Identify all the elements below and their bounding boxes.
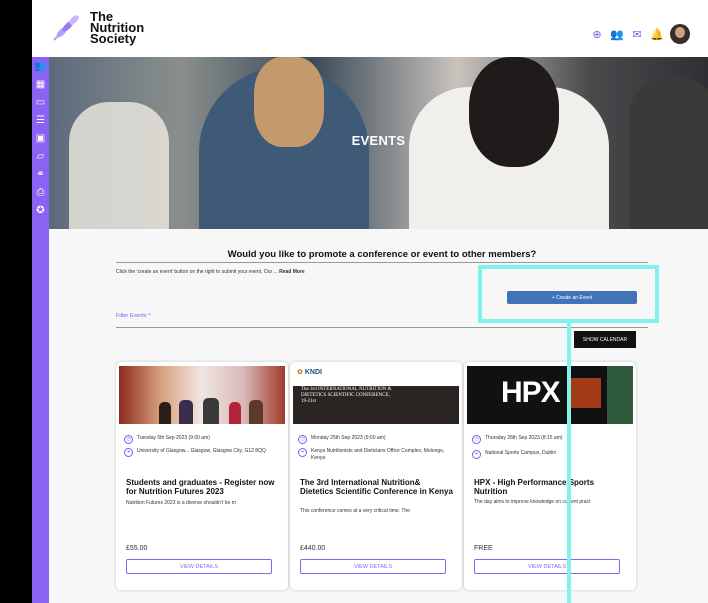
event-description: This conference comes at a very critical… bbox=[300, 508, 410, 514]
highlight-pointer-line bbox=[567, 323, 571, 603]
event-date-text: Monday 25th Sep 2023 (9:00 am) bbox=[311, 435, 386, 441]
document-icon[interactable]: ☰ bbox=[32, 111, 49, 129]
page: The Nutrition Society ⊕ 👥 ✉ 🔔 👥 ▦ ▭ ☰ ▣ … bbox=[32, 0, 708, 603]
divider bbox=[116, 262, 648, 263]
avatar[interactable] bbox=[670, 24, 690, 44]
event-price: FREE bbox=[474, 545, 493, 552]
notification-icon[interactable]: 🔔 bbox=[650, 27, 664, 41]
event-location: ⌖ University of Glasgow... Glasgow, Glas… bbox=[124, 448, 274, 457]
hero-title: EVENTS bbox=[351, 133, 406, 148]
event-date: ◷ Thursday 28th Sep 2023 (8:15 am) bbox=[472, 435, 563, 444]
event-date-text: Thursday 28th Sep 2023 (8:15 am) bbox=[485, 435, 563, 441]
event-date: ◷ Monday 25th Sep 2023 (9:00 am) bbox=[298, 435, 386, 444]
event-description: The day aims to improve knowledge on cur… bbox=[474, 499, 591, 505]
members-icon[interactable]: 👥 bbox=[32, 57, 49, 75]
event-title[interactable]: HPX - High Performance Sports Nutrition bbox=[474, 478, 629, 496]
folder-icon[interactable]: ▱ bbox=[32, 147, 49, 165]
clock-icon: ◷ bbox=[298, 435, 307, 444]
promo-text-body: Click the 'create an event' button on th… bbox=[116, 269, 278, 275]
plus-circle-icon[interactable]: ⊕ bbox=[590, 27, 604, 41]
people-icon[interactable]: 👥 bbox=[610, 27, 624, 41]
left-black-strip bbox=[0, 0, 32, 603]
top-icons: ⊕ 👥 ✉ 🔔 bbox=[590, 24, 690, 44]
sidebar: 👥 ▦ ▭ ☰ ▣ ▱ ⚭ ⎙ ✪ bbox=[32, 57, 49, 603]
view-details-button[interactable]: VIEW DETAILS bbox=[300, 559, 446, 574]
event-description: Nutrition Futures 2023 is a diverse shou… bbox=[126, 500, 236, 506]
event-price: £55.00 bbox=[126, 545, 148, 552]
event-date: ◷ Tuesday 5th Sep 2023 (9:00 am) bbox=[124, 435, 210, 444]
filter-events-toggle[interactable]: Filter Events ^ bbox=[116, 313, 151, 319]
clock-icon: ◷ bbox=[472, 435, 481, 444]
location-pin-icon: ⌖ bbox=[298, 448, 307, 457]
event-price: £440.00 bbox=[300, 545, 326, 552]
link-icon[interactable]: ⚭ bbox=[32, 165, 49, 183]
chat-icon[interactable]: ▭ bbox=[32, 93, 49, 111]
event-card[interactable]: HPX ◷ Thursday 28th Sep 2023 (8:15 am) ⌖… bbox=[464, 362, 636, 590]
location-pin-icon: ⌖ bbox=[124, 448, 133, 457]
highlight-box bbox=[478, 265, 659, 323]
event-card[interactable]: ✿ KNDI The 3rd INTERNATIONAL NUTRITION &… bbox=[290, 362, 462, 590]
wheat-logo-icon bbox=[50, 10, 84, 44]
event-image: ✿ KNDI The 3rd INTERNATIONAL NUTRITION &… bbox=[293, 366, 459, 424]
event-title[interactable]: The 3rd International Nutrition& Dieteti… bbox=[300, 478, 455, 496]
promo-text: Click the 'create an event' button on th… bbox=[116, 269, 305, 275]
event-location: ⌖ Kenya Nutritionists and Dieticians Off… bbox=[298, 448, 448, 462]
read-more-link[interactable]: Read More bbox=[279, 269, 305, 275]
print-icon[interactable]: ⎙ bbox=[32, 183, 49, 201]
badge-icon[interactable]: ✪ bbox=[32, 201, 49, 219]
image-icon[interactable]: ▣ bbox=[32, 129, 49, 147]
location-pin-icon: ⌖ bbox=[472, 450, 481, 459]
promo-title: Would you like to promote a conference o… bbox=[227, 249, 537, 260]
kndi-logo-text: KNDI bbox=[304, 369, 322, 376]
event-location-text: National Sports Campus, Dublin bbox=[485, 450, 557, 456]
event-card[interactable]: ◷ Tuesday 5th Sep 2023 (9:00 am) ⌖ Unive… bbox=[116, 362, 288, 590]
event-title[interactable]: Students and graduates - Register now fo… bbox=[126, 478, 281, 496]
event-date-text: Tuesday 5th Sep 2023 (9:00 am) bbox=[137, 435, 210, 441]
view-details-button[interactable]: VIEW DETAILS bbox=[126, 559, 272, 574]
view-details-button[interactable]: VIEW DETAILS bbox=[474, 559, 620, 574]
clock-icon: ◷ bbox=[124, 435, 133, 444]
logo-text: The Nutrition Society bbox=[90, 10, 144, 46]
hero-person bbox=[629, 77, 708, 229]
top-bar: The Nutrition Society ⊕ 👥 ✉ 🔔 bbox=[32, 0, 708, 57]
event-image-text: HPX bbox=[501, 376, 561, 409]
hero-person-head bbox=[469, 57, 559, 167]
event-location-text: Kenya Nutritionists and Dieticians Offic… bbox=[311, 448, 445, 461]
event-image: HPX bbox=[467, 366, 633, 424]
hero-banner: EVENTS bbox=[49, 57, 708, 229]
event-image bbox=[119, 366, 285, 424]
event-location: ⌖ National Sports Campus, Dublin bbox=[472, 450, 622, 459]
kndi-logo: ✿ KNDI bbox=[297, 369, 322, 376]
logo[interactable]: The Nutrition Society bbox=[50, 10, 144, 46]
calendar-icon[interactable]: ▦ bbox=[32, 75, 49, 93]
logo-line-3: Society bbox=[90, 30, 137, 46]
event-image-text: The 3rd INTERNATIONAL NUTRITION & DIETET… bbox=[301, 387, 392, 404]
event-location-text: University of Glasgow... Glasgow, Glasgo… bbox=[137, 448, 266, 454]
show-calendar-button[interactable]: SHOW CALENDAR bbox=[574, 331, 636, 348]
mail-icon[interactable]: ✉ bbox=[630, 27, 644, 41]
hero-person bbox=[69, 102, 169, 229]
